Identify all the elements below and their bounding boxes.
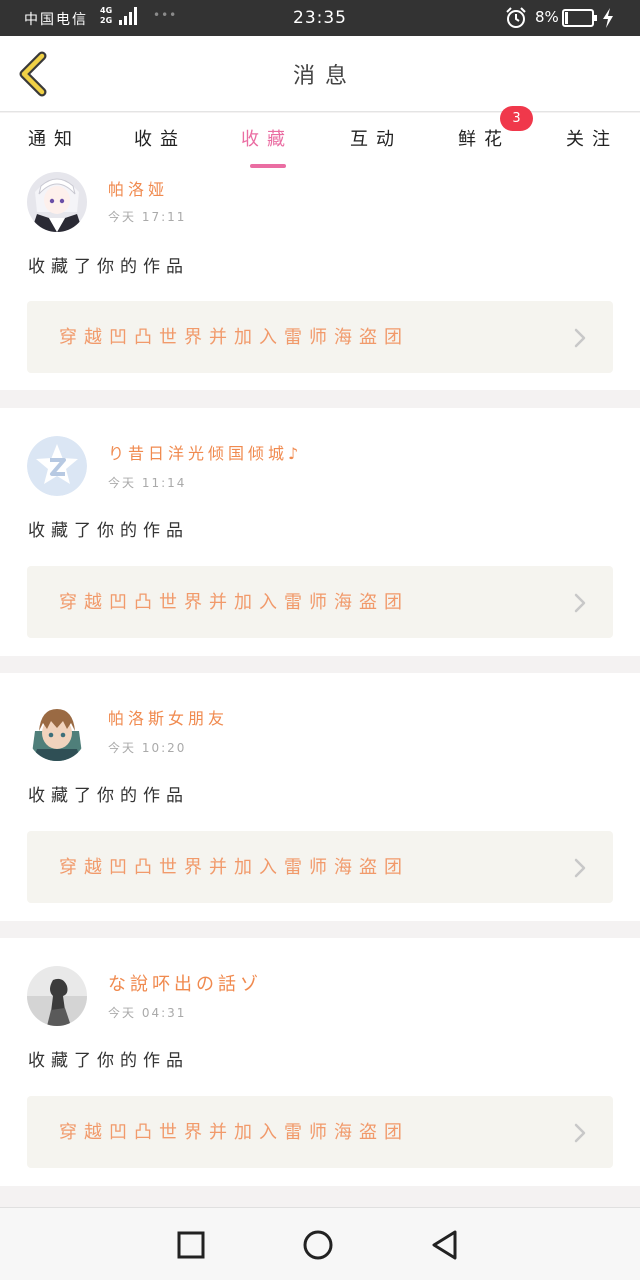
tab-favorites[interactable]: 收藏 xyxy=(241,125,293,151)
recent-apps-icon[interactable] xyxy=(174,1228,208,1262)
tab-earnings[interactable]: 收益 xyxy=(134,125,186,151)
avatar[interactable] xyxy=(27,172,87,232)
user-name[interactable]: り昔日洋光倾国倾城♪ xyxy=(108,440,302,464)
chevron-right-icon xyxy=(574,593,586,613)
tab-interactions[interactable]: 互动 xyxy=(350,125,402,151)
flowers-count-badge: 3 xyxy=(500,106,533,131)
tab-notifications[interactable]: 通知 xyxy=(28,125,80,151)
avatar[interactable] xyxy=(27,966,87,1026)
work-link[interactable]: 穿越凹凸世界并加入雷师海盗团 xyxy=(27,301,613,373)
chevron-right-icon xyxy=(574,1123,586,1143)
battery-icon xyxy=(562,9,597,27)
message-card: な說吥出の話ゾ 今天 04:31 收藏了你的作品 穿越凹凸世界并加入雷师海盗团 xyxy=(0,938,640,1186)
tab-following[interactable]: 关注 xyxy=(566,125,618,151)
page-title: 消息 xyxy=(292,64,357,89)
message-time: 今天 17:11 xyxy=(108,210,187,224)
battery-percent: 8% xyxy=(535,8,559,26)
charging-icon xyxy=(603,8,613,28)
user-name[interactable]: な說吥出の話ゾ xyxy=(108,970,262,996)
work-title: 穿越凹凸世界并加入雷师海盗团 xyxy=(59,857,409,878)
message-action: 收藏了你的作品 xyxy=(28,1051,189,1071)
message-time: 今天 04:31 xyxy=(108,1006,187,1020)
work-title: 穿越凹凸世界并加入雷师海盗团 xyxy=(59,592,409,613)
back-icon[interactable] xyxy=(428,1228,462,1262)
work-title: 穿越凹凸世界并加入雷师海盗团 xyxy=(59,327,409,348)
tab-flowers[interactable]: 鲜花 xyxy=(458,125,510,151)
chevron-right-icon xyxy=(574,858,586,878)
avatar[interactable] xyxy=(27,701,87,761)
message-action: 收藏了你的作品 xyxy=(28,786,189,806)
status-bar: 中国电信 4G 2G ••• 23:35 8% xyxy=(0,0,640,36)
avatar[interactable] xyxy=(27,436,87,496)
system-nav-bar xyxy=(0,1207,640,1280)
message-card: 帕洛娅 今天 17:11 收藏了你的作品 穿越凹凸世界并加入雷师海盗团 xyxy=(0,170,640,390)
work-link[interactable]: 穿越凹凸世界并加入雷师海盗团 xyxy=(27,566,613,638)
message-time: 今天 11:14 xyxy=(108,476,187,490)
tab-bar: 通知 收益 收藏 互动 鲜花 关注 xyxy=(0,113,640,170)
user-name[interactable]: 帕洛娅 xyxy=(108,176,168,200)
work-link[interactable]: 穿越凹凸世界并加入雷师海盗团 xyxy=(27,1096,613,1168)
message-time: 今天 10:20 xyxy=(108,741,187,755)
home-icon[interactable] xyxy=(301,1228,335,1262)
work-link[interactable]: 穿越凹凸世界并加入雷师海盗团 xyxy=(27,831,613,903)
message-card: 帕洛斯女朋友 今天 10:20 收藏了你的作品 穿越凹凸世界并加入雷师海盗团 xyxy=(0,673,640,921)
work-title: 穿越凹凸世界并加入雷师海盗团 xyxy=(59,1122,409,1143)
header: 消息 xyxy=(0,36,640,112)
alarm-icon xyxy=(506,7,526,28)
active-tab-indicator xyxy=(250,164,286,168)
message-action: 收藏了你的作品 xyxy=(28,257,189,277)
user-name[interactable]: 帕洛斯女朋友 xyxy=(108,705,228,729)
chevron-right-icon xyxy=(574,328,586,348)
message-action: 收藏了你的作品 xyxy=(28,521,189,541)
message-card: り昔日洋光倾国倾城♪ 今天 11:14 收藏了你的作品 穿越凹凸世界并加入雷师海… xyxy=(0,408,640,656)
